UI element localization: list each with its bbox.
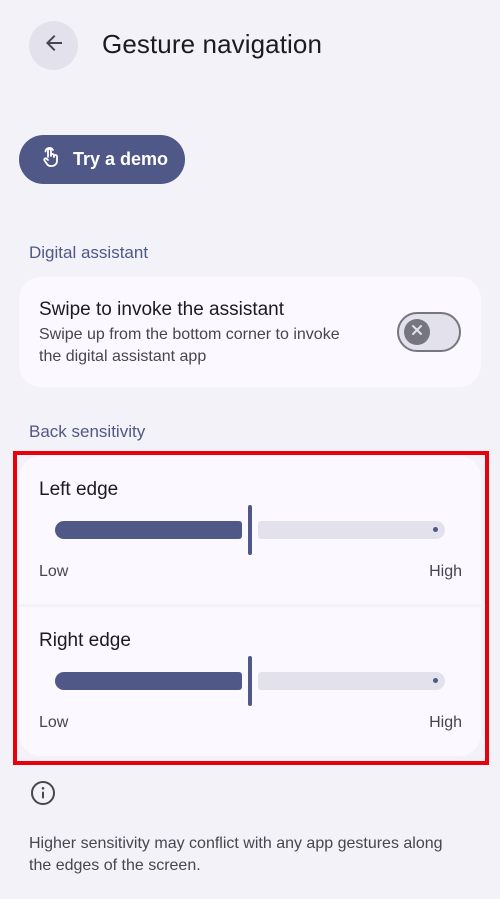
right-edge-title: Right edge (39, 630, 131, 651)
back-sensitivity-card: Left edge Low High Right edge Low High (19, 456, 481, 756)
info-icon (30, 780, 56, 806)
right-edge-setting: Right edge Low High (19, 607, 481, 755)
slider-stop-indicator (433, 678, 438, 683)
right-edge-slider[interactable] (55, 656, 445, 706)
left-edge-title: Left edge (39, 479, 119, 500)
arrow-back-icon (42, 31, 66, 60)
slider-active-track (55, 521, 242, 539)
touch-gesture-icon (39, 145, 73, 174)
toggle-thumb (404, 319, 430, 345)
back-button[interactable] (29, 21, 78, 70)
slider-stop-indicator (433, 527, 438, 532)
try-demo-button[interactable]: Try a demo (19, 135, 185, 184)
gesture-navigation-screen: Gesture navigation Try a demo Digital as… (0, 0, 500, 899)
digital-assistant-header: Digital assistant (29, 243, 149, 262)
assistant-setting-title: Swipe to invoke the assistant (39, 299, 285, 320)
slider-handle[interactable] (248, 505, 252, 555)
page-title: Gesture navigation (102, 29, 323, 59)
slider-active-track (55, 672, 242, 690)
right-edge-high-label: High (429, 714, 462, 731)
back-sensitivity-header: Back sensitivity (29, 422, 146, 441)
assistant-toggle[interactable] (397, 312, 461, 352)
left-edge-low-label: Low (39, 563, 69, 580)
right-edge-low-label: Low (39, 714, 69, 731)
close-icon (410, 323, 424, 342)
assistant-setting-card[interactable]: Swipe to invoke the assistant Swipe up f… (19, 277, 481, 387)
slider-inactive-track (258, 521, 445, 539)
sensitivity-note: Higher sensitivity may conflict with any… (29, 835, 443, 874)
try-demo-label: Try a demo (73, 149, 169, 169)
left-edge-slider[interactable] (55, 505, 445, 555)
slider-inactive-track (258, 672, 445, 690)
left-edge-setting: Left edge Low High (19, 456, 481, 604)
slider-handle[interactable] (248, 656, 252, 706)
left-edge-high-label: High (429, 563, 462, 580)
assistant-setting-description: Swipe up from the bottom corner to invok… (39, 326, 340, 365)
